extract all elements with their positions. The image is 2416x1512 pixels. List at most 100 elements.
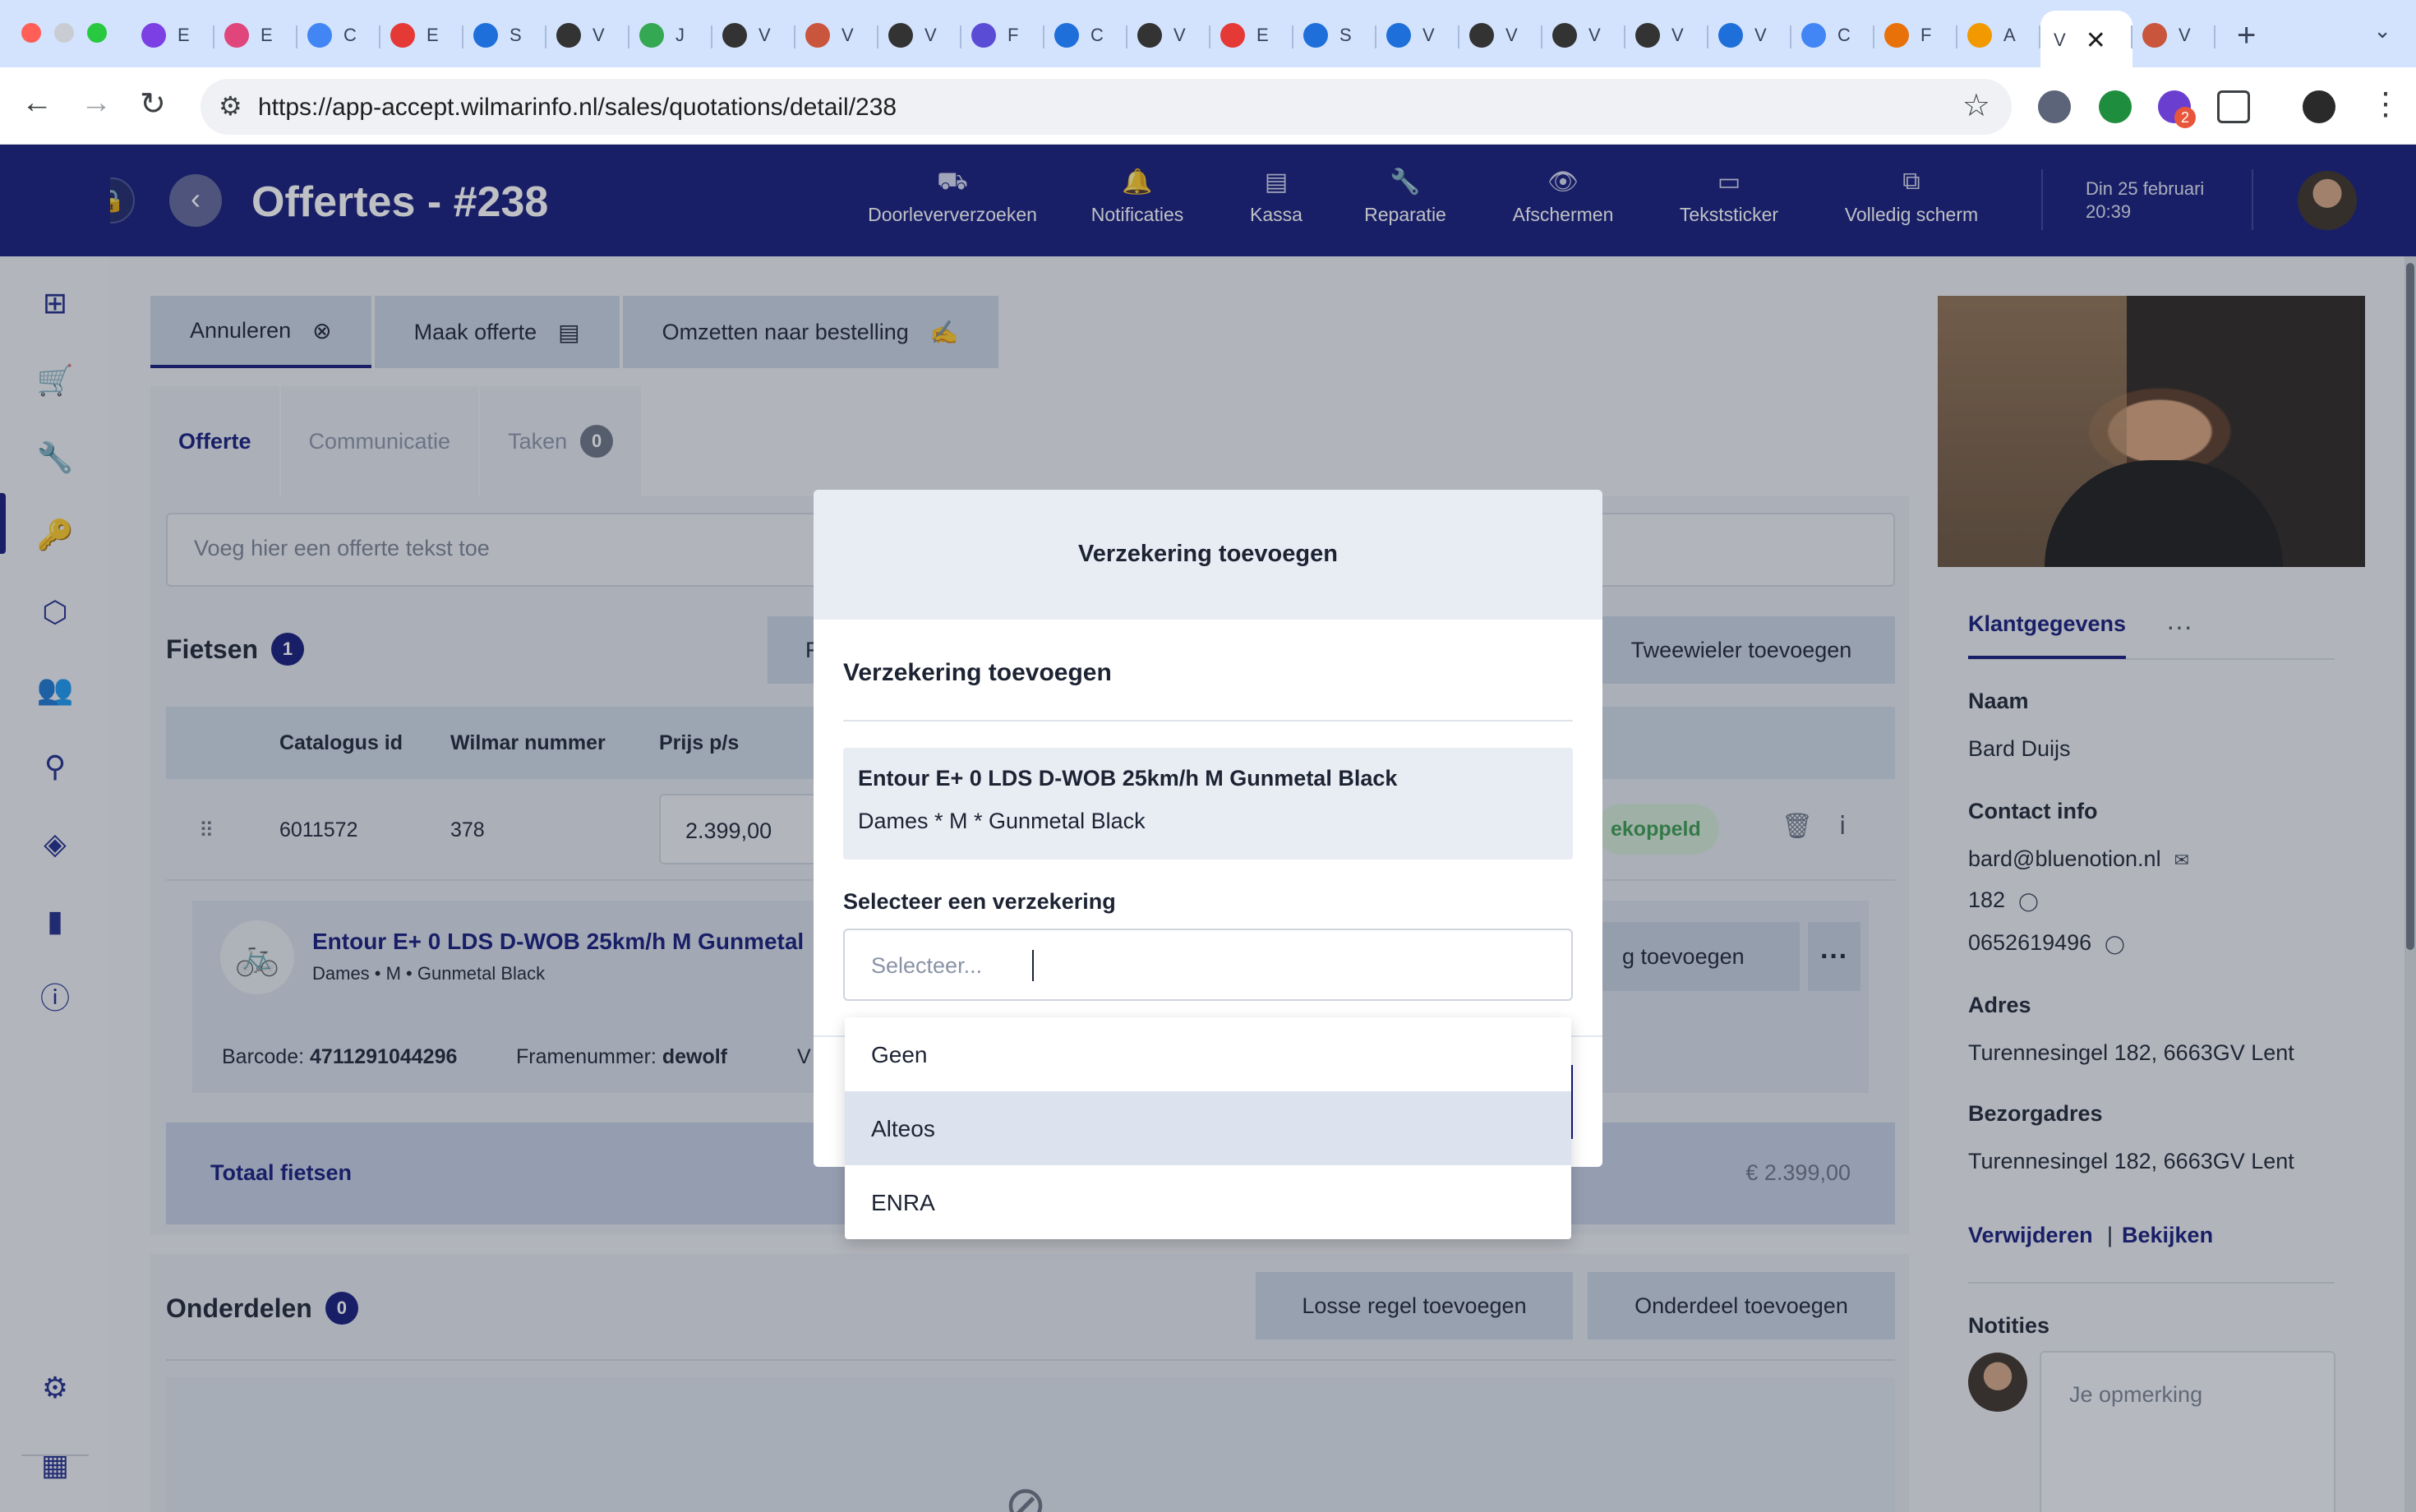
tab-favicon-3 <box>307 23 332 48</box>
modal-title: Verzekering toevoegen <box>1078 541 1338 567</box>
browser-tab[interactable]: V <box>878 11 961 60</box>
browser-tab[interactable]: S <box>1293 11 1376 60</box>
browser-tab-label: V <box>1754 25 1767 45</box>
browser-tab[interactable]: A <box>1957 11 2040 60</box>
browser-tab[interactable]: V <box>546 11 629 60</box>
tab-favicon-18 <box>1552 23 1577 48</box>
browser-tab[interactable]: E <box>380 11 463 60</box>
extension-2-icon[interactable] <box>2099 90 2132 123</box>
browser-tab-label: S <box>1339 25 1352 45</box>
browser-tabs: E E C E S V J V V V F C V E S V V V V V C F A V ✕ V + <box>131 8 2256 70</box>
tab-favicon-20 <box>1718 23 1743 48</box>
browser-tab-label: S <box>509 25 522 45</box>
new-tab-button[interactable]: + <box>2237 17 2256 54</box>
browser-tab-active[interactable]: V ✕ <box>2040 11 2132 70</box>
window-close-button[interactable] <box>21 23 41 43</box>
browser-tab-label: C <box>1090 25 1104 45</box>
tab-favicon-12 <box>1054 23 1079 48</box>
tab-favicon-10 <box>888 23 913 48</box>
browser-tab-label: J <box>675 25 685 45</box>
window-minimize-button[interactable] <box>54 23 74 43</box>
url-text[interactable]: https://app-accept.wilmarinfo.nl/sales/q… <box>258 94 897 122</box>
insurance-dropdown: Geen Alteos ENRA <box>845 1017 1571 1239</box>
browser-tab-label: V <box>1588 25 1601 45</box>
browser-toolbar: ← → ↻ ⚙ https://app-accept.wilmarinfo.nl… <box>0 67 2416 145</box>
browser-tab[interactable]: V <box>1625 11 1708 60</box>
browser-tab-label: E <box>1256 25 1269 45</box>
tab-favicon-16 <box>1386 23 1411 48</box>
tab-favicon-23 <box>1967 23 1992 48</box>
modal-header: Verzekering toevoegen <box>814 490 1602 620</box>
tab-favicon-9 <box>805 23 830 48</box>
extension-1-icon[interactable] <box>2038 90 2071 123</box>
extension-3-icon[interactable]: 2 <box>2158 90 2196 128</box>
modal-product-name: Entour E+ 0 LDS D-WOB 25km/h M Gunmetal … <box>858 766 1398 791</box>
browser-tab[interactable]: E <box>1210 11 1293 60</box>
browser-tab[interactable]: V <box>1542 11 1625 60</box>
browser-tab[interactable]: J <box>629 11 712 60</box>
browser-tab-label: V <box>592 25 605 45</box>
address-bar[interactable]: ⚙ https://app-accept.wilmarinfo.nl/sales… <box>201 79 2012 135</box>
tab-favicon-6 <box>556 23 581 48</box>
option-enra[interactable]: ENRA <box>845 1165 1571 1239</box>
tab-favicon-11 <box>971 23 996 48</box>
tab-favicon-4 <box>390 23 415 48</box>
browser-tab[interactable]: S <box>463 11 546 60</box>
insurance-select-placeholder: Selecteer... <box>871 953 983 978</box>
insurance-select-input[interactable]: Selecteer... <box>843 929 1573 1001</box>
tab-favicon-2 <box>224 23 249 48</box>
option-alteos[interactable]: Alteos <box>845 1091 1571 1165</box>
browser-tab[interactable]: V <box>1459 11 1542 60</box>
profile-avatar[interactable] <box>2303 90 2335 123</box>
modal-subtitle: Verzekering toevoegen <box>843 659 1112 686</box>
tab-favicon-14 <box>1220 23 1245 48</box>
browser-tab-label: V <box>1671 25 1684 45</box>
browser-tab-label: V <box>2179 25 2191 45</box>
extensions-puzzle-icon[interactable] <box>2217 90 2250 123</box>
browser-tab-label: V <box>1173 25 1186 45</box>
site-info-icon[interactable]: ⚙ <box>219 90 242 122</box>
browser-tab-label: E <box>261 25 273 45</box>
browser-tab-label: C <box>1837 25 1851 45</box>
window-zoom-button[interactable] <box>87 23 107 43</box>
browser-tab-label: V <box>2054 30 2066 50</box>
browser-tab[interactable]: C <box>1044 11 1127 60</box>
browser-tab[interactable]: V <box>1708 11 1791 60</box>
extension-badge: 2 <box>2174 107 2196 128</box>
tab-favicon-22 <box>1884 23 1909 48</box>
bookmark-star-icon[interactable]: ☆ <box>1962 87 1990 124</box>
browser-tab[interactable]: V <box>1127 11 1210 60</box>
browser-tab[interactable]: C <box>1791 11 1874 60</box>
browser-tab[interactable]: E <box>131 11 214 60</box>
browser-tab-label: V <box>1505 25 1518 45</box>
browser-tab[interactable]: V <box>712 11 795 60</box>
browser-tab[interactable]: V <box>1376 11 1459 60</box>
browser-tab[interactable]: V <box>2132 11 2215 60</box>
browser-tab-label: E <box>178 25 190 45</box>
text-caret <box>1032 950 1034 981</box>
tab-favicon-13 <box>1137 23 1162 48</box>
browser-tabstrip: E E C E S V J V V V F C V E S V V V V V C F A V ✕ V + ⌄ <box>0 0 2416 70</box>
browser-tab[interactable]: V <box>795 11 878 60</box>
tab-favicon-19 <box>1635 23 1660 48</box>
browser-tab[interactable]: C <box>297 11 380 60</box>
back-arrow-icon[interactable]: ← <box>21 85 53 121</box>
tab-search-icon[interactable]: ⌄ <box>2373 18 2391 44</box>
forward-arrow-icon[interactable]: → <box>81 85 112 121</box>
reload-icon[interactable]: ↻ <box>140 85 166 122</box>
browser-menu-icon[interactable]: ⋮ <box>2370 85 2401 122</box>
tab-close-icon[interactable]: ✕ <box>2086 26 2106 55</box>
browser-tab-label: V <box>1422 25 1435 45</box>
tab-favicon-15 <box>1303 23 1328 48</box>
tab-favicon-24 <box>2142 23 2167 48</box>
browser-tab[interactable]: E <box>214 11 297 60</box>
modal-product-box: Entour E+ 0 LDS D-WOB 25km/h M Gunmetal … <box>843 748 1573 860</box>
option-geen[interactable]: Geen <box>845 1017 1571 1091</box>
browser-tab[interactable]: F <box>961 11 1044 60</box>
tab-favicon-5 <box>473 23 498 48</box>
browser-tab[interactable]: F <box>1874 11 1957 60</box>
browser-tab-label: A <box>2003 25 2016 45</box>
browser-tab-label: F <box>1007 25 1019 45</box>
browser-tab-label: V <box>758 25 771 45</box>
tab-favicon-8 <box>722 23 747 48</box>
